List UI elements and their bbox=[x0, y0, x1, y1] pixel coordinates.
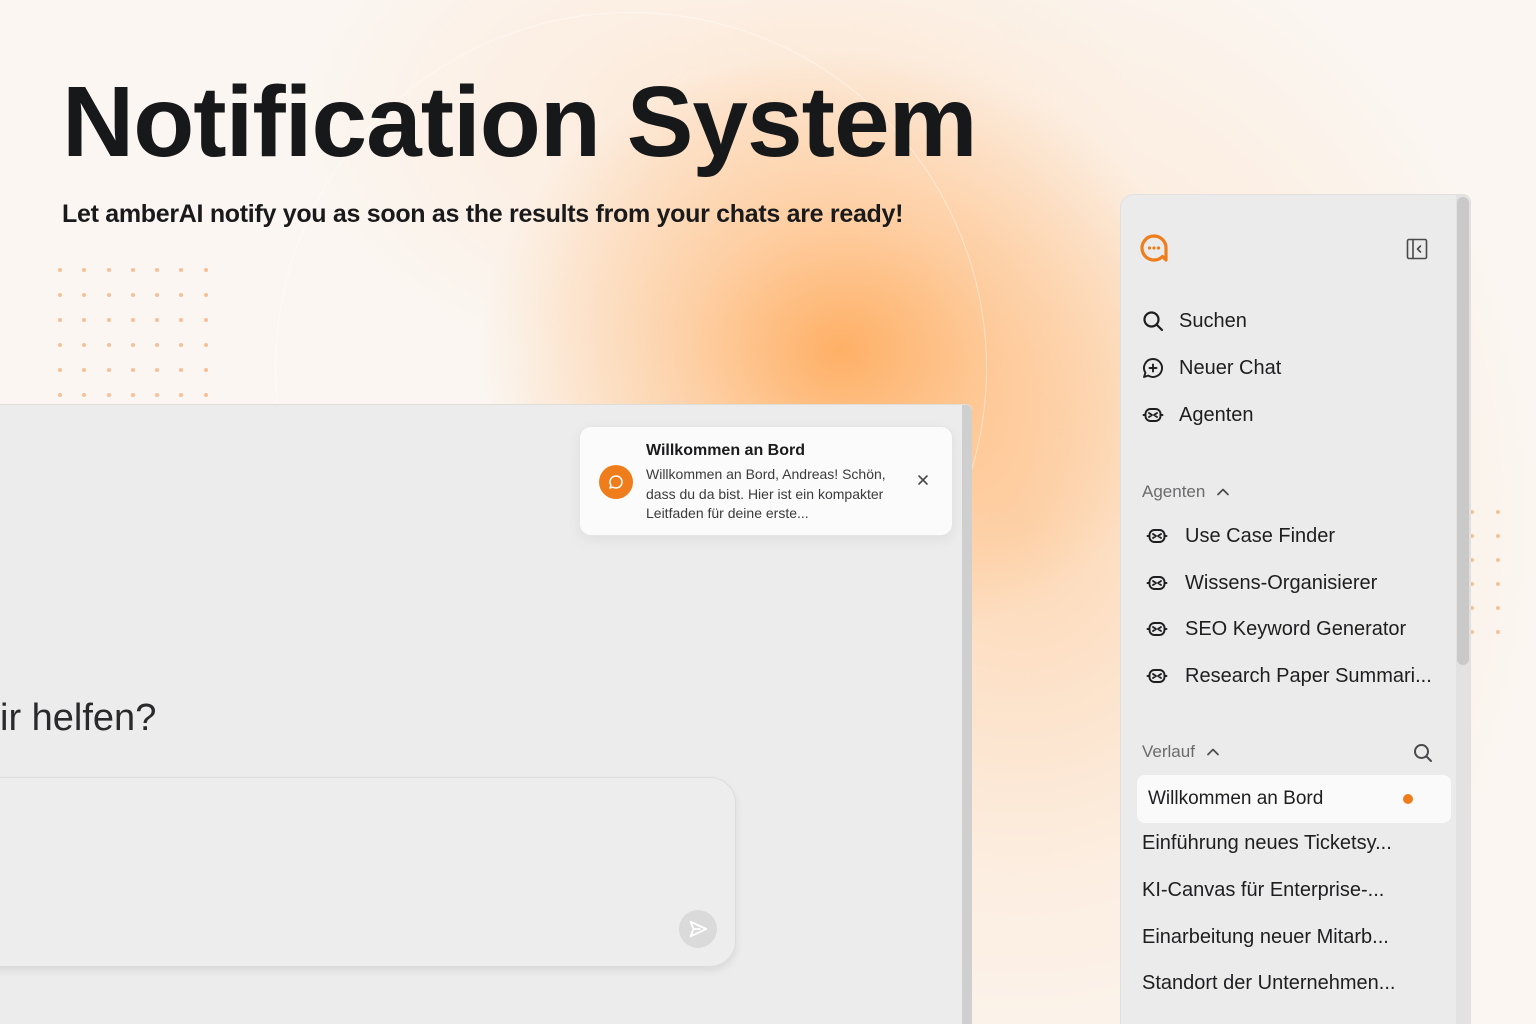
search-icon bbox=[1143, 311, 1164, 332]
agent-icon bbox=[1146, 622, 1168, 636]
agent-icon bbox=[1146, 529, 1168, 543]
decorative-dots-right bbox=[1470, 510, 1500, 634]
notification-title: Willkommen an Bord bbox=[646, 442, 805, 459]
history-search-icon[interactable] bbox=[1411, 741, 1435, 765]
close-icon[interactable] bbox=[916, 473, 930, 487]
agent-item[interactable]: Wissens-Organisierer bbox=[1145, 571, 1377, 595]
agents-section-label: Agenten bbox=[1142, 482, 1206, 501]
chat-input[interactable] bbox=[0, 777, 736, 967]
sidebar-collapse-icon[interactable] bbox=[1405, 237, 1429, 261]
history-item-label: Standort der Unternehmen... bbox=[1142, 972, 1396, 994]
new-chat-icon bbox=[1143, 358, 1163, 378]
chat-bubble-icon bbox=[599, 465, 633, 499]
nav-agents-label: Agenten bbox=[1179, 403, 1254, 426]
unread-indicator bbox=[1403, 794, 1413, 804]
chat-scrollbar[interactable] bbox=[962, 405, 972, 1024]
history-item[interactable]: Standort der Unternehmen... bbox=[1142, 972, 1395, 995]
agent-item[interactable]: SEO Keyword Generator bbox=[1145, 617, 1406, 641]
chat-greeting: ir helfen? bbox=[0, 697, 157, 739]
page-subtitle: Let amberAI notify you as soon as the re… bbox=[62, 200, 904, 228]
agents-section-toggle[interactable]: Agenten bbox=[1142, 482, 1231, 502]
page-title: Notification System bbox=[62, 66, 977, 178]
amberai-logo[interactable] bbox=[1139, 233, 1169, 263]
history-item-label: Einarbeitung neuer Mitarb... bbox=[1142, 926, 1389, 948]
send-icon bbox=[689, 920, 708, 938]
agent-item-label: Wissens-Organisierer bbox=[1185, 571, 1378, 594]
history-item-label: Willkommen an Bord bbox=[1148, 788, 1324, 809]
agent-icon bbox=[1146, 669, 1168, 683]
agent-item-label: Use Case Finder bbox=[1185, 524, 1336, 547]
agent-icon bbox=[1146, 576, 1168, 590]
agent-item-label: SEO Keyword Generator bbox=[1185, 617, 1407, 640]
history-item[interactable]: Einarbeitung neuer Mitarb... bbox=[1142, 926, 1389, 949]
history-section-toggle[interactable]: Verlauf bbox=[1142, 742, 1221, 762]
history-item-label: KI-Canvas für Enterprise-... bbox=[1142, 879, 1385, 901]
sidebar: Suchen Neuer Chat Agenten Agenten Use Ca… bbox=[1120, 194, 1471, 1024]
sidebar-scrollbar[interactable] bbox=[1456, 195, 1470, 1024]
chevron-up-icon bbox=[1207, 748, 1219, 756]
history-item-label: Einführung neues Ticketsy... bbox=[1142, 832, 1392, 854]
notification-body: Willkommen an Bord, Andreas! Schön, dass… bbox=[646, 466, 886, 521]
nav-agents[interactable]: Agenten bbox=[1141, 403, 1254, 427]
agent-item[interactable]: Use Case Finder bbox=[1145, 524, 1335, 548]
decorative-dots-left bbox=[58, 268, 208, 397]
send-button[interactable] bbox=[679, 910, 717, 948]
nav-search-label: Suchen bbox=[1179, 309, 1247, 332]
chat-window: ir helfen? Willkommen an Bord Willkommen… bbox=[0, 404, 972, 1024]
nav-search[interactable]: Suchen bbox=[1141, 309, 1247, 333]
history-item[interactable]: Einführung neues Ticketsy... bbox=[1142, 832, 1392, 855]
agent-icon bbox=[1142, 408, 1164, 422]
chevron-up-icon bbox=[1217, 488, 1230, 496]
nav-new-chat[interactable]: Neuer Chat bbox=[1141, 356, 1281, 380]
notification-toast[interactable]: Willkommen an Bord Willkommen an Bord, A… bbox=[579, 426, 953, 536]
history-section-label: Verlauf bbox=[1142, 742, 1195, 761]
agent-item-label: Research Paper Summari... bbox=[1185, 664, 1432, 687]
agent-item[interactable]: Research Paper Summari... bbox=[1145, 664, 1432, 688]
history-item[interactable]: KI-Canvas für Enterprise-... bbox=[1142, 879, 1384, 902]
sidebar-scrollbar-thumb[interactable] bbox=[1457, 197, 1469, 665]
nav-new-chat-label: Neuer Chat bbox=[1179, 356, 1282, 379]
history-item-active[interactable]: Willkommen an Bord bbox=[1137, 775, 1451, 823]
